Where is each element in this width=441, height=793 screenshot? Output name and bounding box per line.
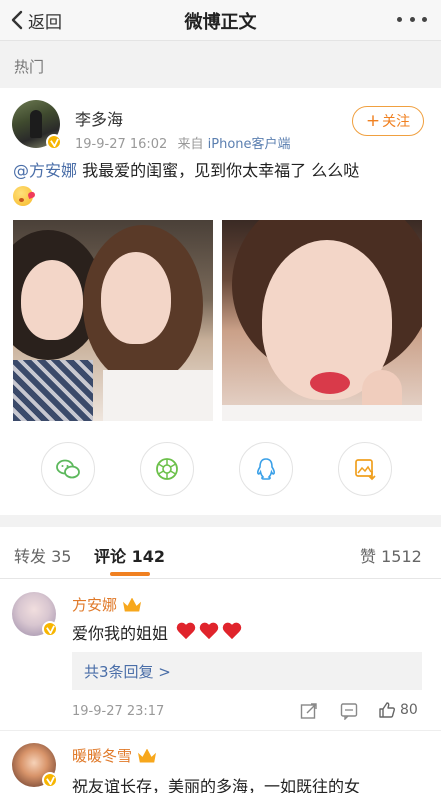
comment-icon: [340, 703, 358, 720]
share-icon: [300, 703, 317, 719]
verified-badge-icon: [42, 772, 58, 788]
comment-item: 方安娜 爱你我的姐姐 共3条回复 > 19-9-27 23:17 80: [0, 580, 441, 730]
post-meta: 19-9-27 16:02 来自 iPhone客户端: [75, 133, 291, 152]
tab-likes-count: 1512: [381, 547, 422, 566]
post-source[interactable]: iPhone客户端: [208, 137, 291, 152]
heart-icon: [222, 623, 242, 641]
more-dot-icon: [397, 16, 402, 22]
post-time: 19-9-27 16:02: [75, 137, 168, 152]
weibo-post: 李多海 19-9-27 16:02 来自 iPhone客户端 + 关注 @方安娜 …: [0, 88, 441, 515]
tab-reposts[interactable]: 转发 35: [14, 543, 71, 567]
moments-icon: [156, 458, 178, 480]
tab-comments[interactable]: 评论 142: [94, 543, 165, 567]
comment-body: 爱你我的姐姐: [72, 624, 169, 643]
comment-time: 19-9-27 23:17: [72, 704, 165, 719]
mention-link[interactable]: @方安娜: [13, 161, 77, 180]
source-prefix: 来自: [177, 137, 204, 152]
share-moments-button[interactable]: [140, 442, 194, 496]
top-nav-bar: 返回 微博正文: [0, 0, 441, 40]
tab-comments-label: 评论: [94, 547, 127, 566]
more-dot-icon: [409, 16, 415, 22]
verified-badge-icon: [42, 621, 58, 637]
heart-icon: [176, 623, 196, 641]
tab-comments-count: 142: [131, 547, 165, 566]
like-comment-button[interactable]: 80: [378, 701, 418, 719]
post-body: 我最爱的闺蜜，见到你太幸福了 么么哒: [77, 161, 360, 180]
image-clothing-shape: [222, 405, 422, 421]
crown-badge-icon: [123, 597, 142, 612]
page-title: 微博正文: [184, 12, 257, 33]
comment-like-count: 80: [400, 702, 418, 718]
thumbs-up-icon: [379, 702, 395, 718]
plus-icon: +: [365, 111, 381, 131]
share-qq-button[interactable]: [239, 442, 293, 496]
more-dot-icon: [422, 16, 427, 22]
heart-icon: [199, 623, 219, 641]
commenter-name-label: 方安娜: [72, 596, 118, 614]
author-name[interactable]: 李多海: [75, 106, 123, 130]
image-face-shape: [101, 252, 171, 344]
comment-item: 暖暖冬雪 祝友谊长存，美丽的多海，一如既往的女: [0, 730, 441, 793]
save-image-icon: [355, 459, 376, 481]
comment-text: 祝友谊长存，美丽的多海，一如既往的女: [72, 777, 361, 793]
qq-icon: [256, 458, 276, 480]
more-options-button[interactable]: [397, 12, 427, 26]
tab-reposts-count: 35: [51, 547, 72, 566]
section-divider: [0, 515, 441, 527]
interaction-tabs: 转发 35 评论 142 赞 1512: [0, 527, 441, 579]
save-image-button[interactable]: [338, 442, 392, 496]
share-comment-button[interactable]: [300, 702, 318, 720]
section-header: 热门: [0, 40, 441, 88]
tab-likes[interactable]: 赞 1512: [360, 543, 422, 567]
share-wechat-button[interactable]: [41, 442, 95, 496]
tab-likes-label: 赞: [360, 547, 377, 566]
post-image-1[interactable]: [13, 220, 213, 421]
view-replies-button[interactable]: 共3条回复 >: [72, 652, 422, 690]
reply-comment-button[interactable]: [340, 702, 358, 720]
active-tab-indicator: [110, 572, 150, 576]
tab-reposts-label: 转发: [14, 547, 47, 566]
follow-button[interactable]: + 关注: [352, 106, 424, 136]
image-lips-shape: [310, 372, 350, 394]
comment-text: 爱你我的姐姐: [72, 620, 242, 644]
commenter-name-label: 暖暖冬雪: [72, 747, 133, 765]
wechat-icon: [56, 459, 80, 479]
verified-badge-icon: [46, 134, 62, 150]
image-face-shape: [21, 260, 83, 340]
commenter-name[interactable]: 方安娜: [72, 594, 142, 615]
kiss-emoji-icon: [13, 186, 33, 206]
image-clothing-shape: [103, 370, 213, 421]
post-image-2[interactable]: [222, 220, 422, 421]
image-clothing-shape: [13, 360, 93, 421]
post-text: @方安娜 我最爱的闺蜜，见到你太幸福了 么么哒: [13, 158, 423, 210]
section-label: 热门: [14, 58, 45, 76]
crown-badge-icon: [138, 748, 157, 763]
follow-label: 关注: [382, 114, 411, 130]
commenter-name[interactable]: 暖暖冬雪: [72, 745, 157, 766]
